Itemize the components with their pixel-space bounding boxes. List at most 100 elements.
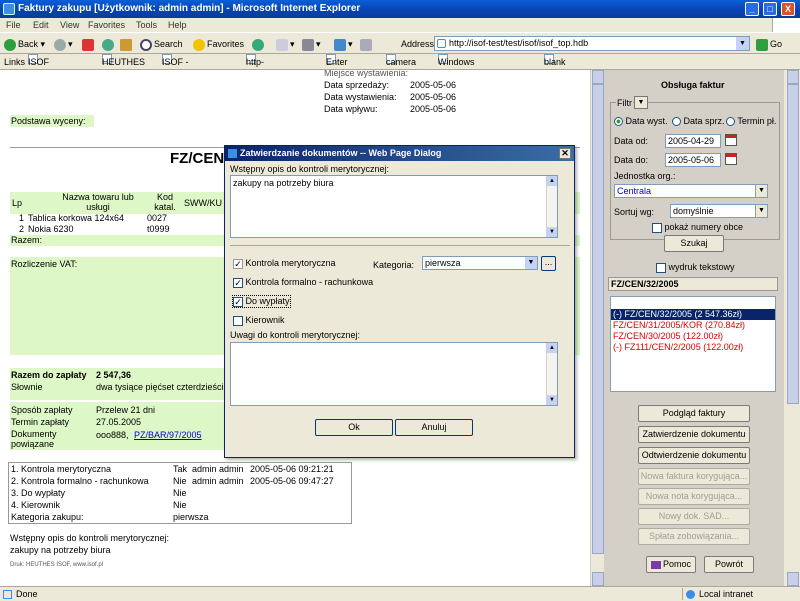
new-correction-note-button[interactable]: Nowa nota korygująca... xyxy=(638,488,750,505)
scroll-up-icon[interactable] xyxy=(592,70,604,84)
new-correction-invoice-button[interactable]: Nowa faktura korygująca... xyxy=(638,468,750,485)
dialog-cancel-button[interactable]: Anuluj xyxy=(395,419,473,436)
check-merit-control[interactable]: ✓ Kontrola merytoryczna xyxy=(233,258,336,269)
show-foreign-numbers-checkbox[interactable]: pokaż numery obce xyxy=(652,222,743,233)
dialog-notes-textarea[interactable]: ▲ ▼ xyxy=(230,342,558,406)
menu-view[interactable]: View xyxy=(60,18,79,32)
address-dropdown-icon[interactable]: ▼ xyxy=(736,37,749,50)
list-item[interactable]: (-) FZ111/CEN/2/2005 (122.00zł) xyxy=(611,342,775,353)
minimize-button[interactable]: _ xyxy=(745,2,759,16)
radio-payment-term[interactable]: Termin pł. xyxy=(726,116,776,127)
radio-icon xyxy=(726,117,735,127)
refresh-button[interactable] xyxy=(102,37,116,51)
menu-tools[interactable]: Tools xyxy=(136,18,157,32)
dialog-category-select[interactable]: pierwsza ▼ xyxy=(422,256,538,270)
scroll-thumb[interactable] xyxy=(592,84,604,554)
radio-sale-date[interactable]: Data sprz. xyxy=(672,116,725,127)
back-button[interactable]: Powrót xyxy=(704,556,754,573)
sale-date-value: 2005-05-06 xyxy=(410,80,457,90)
liability-payment-button[interactable]: Spłata zobowiązania... xyxy=(638,528,750,545)
date-to-input[interactable]: 2005-05-06 xyxy=(665,153,721,167)
approval-2-date: 2005-05-06 09:47:27 xyxy=(250,476,334,486)
approval-1-user: admin admin xyxy=(192,464,244,474)
forward-button[interactable]: ▾ xyxy=(54,37,73,51)
approve-document-button[interactable]: Zatwierdzenie dokumentu xyxy=(638,426,750,443)
payment-value: Przelew 21 dni xyxy=(96,405,156,415)
print-button[interactable]: ▾ xyxy=(302,37,321,51)
menu-file[interactable]: File xyxy=(6,18,21,32)
calendar-icon[interactable] xyxy=(725,153,737,165)
stop-button[interactable] xyxy=(82,37,96,51)
dialog-more-button[interactable]: ... xyxy=(541,256,556,271)
approval-3-name: 3. Do wypłaty xyxy=(11,488,66,498)
list-item[interactable]: FZ/CEN/30/2005 (122.00zł) xyxy=(611,331,775,342)
sidebar: Obsługa faktur Filtr ▼ Data wyst. Data s… xyxy=(604,70,784,588)
col-code: Kod katal. xyxy=(154,192,176,212)
org-unit-select[interactable]: Centrala ▼ xyxy=(614,184,768,198)
scroll-down-icon[interactable]: ▼ xyxy=(547,227,557,237)
dialog-description-label: Wstępny opis do kontroli merytorycznej: xyxy=(230,164,390,174)
status-bar: Done Local intranet xyxy=(0,586,800,600)
textarea-scrollbar[interactable]: ▲ ▼ xyxy=(546,343,557,405)
scroll-down-icon[interactable]: ▼ xyxy=(547,395,557,405)
dialog-ok-button[interactable]: Ok xyxy=(315,419,393,436)
approval-4-name: 4. Kierownik xyxy=(11,500,61,510)
page-icon xyxy=(437,39,446,48)
filter-dropdown-icon[interactable]: ▼ xyxy=(634,96,648,109)
dialog-close-icon[interactable]: ✕ xyxy=(559,148,571,159)
mail-button[interactable]: ▾ xyxy=(276,37,295,51)
list-item[interactable]: (-) FZ/CEN/32/2005 (2 547.36zł) xyxy=(611,309,775,320)
favorites-button[interactable]: Favorites xyxy=(193,37,244,51)
checkbox-icon: ✓ xyxy=(233,277,243,288)
issue-date-label: Data wystawienia: xyxy=(324,92,397,102)
calendar-icon[interactable] xyxy=(725,134,737,146)
new-sad-document-button[interactable]: Nowy dok. SAD... xyxy=(638,508,750,525)
maximize-button[interactable]: □ xyxy=(763,2,777,16)
date-from-input[interactable]: 2005-04-29 xyxy=(665,134,721,148)
scroll-down-icon[interactable] xyxy=(787,572,799,586)
discuss-button[interactable] xyxy=(360,37,374,51)
description-label: Wstępny opis do kontroli merytorycznej: xyxy=(10,533,170,543)
help-button[interactable]: Pomoc xyxy=(646,556,696,573)
scroll-up-icon[interactable]: ▲ xyxy=(547,343,557,353)
search-button[interactable]: Szukaj xyxy=(664,235,724,252)
edit-button[interactable]: ▾ xyxy=(334,37,353,51)
dialog-category-label: Kategoria: xyxy=(373,260,415,270)
search-button[interactable]: Search xyxy=(140,37,183,51)
home-button[interactable] xyxy=(120,37,134,51)
chevron-down-icon: ▼ xyxy=(755,185,767,197)
back-button[interactable]: Back ▾ xyxy=(4,37,45,51)
text-print-checkbox[interactable]: wydruk tekstowy xyxy=(656,262,735,273)
words-value: dwa tysiące pięćset czterdzieści sie xyxy=(96,382,238,392)
go-button[interactable]: Go xyxy=(756,37,782,51)
menu-help[interactable]: Help xyxy=(168,18,187,32)
sidebar-scrollbar[interactable] xyxy=(786,70,800,588)
dialog-icon xyxy=(228,149,237,159)
scroll-down-icon[interactable] xyxy=(592,572,604,586)
col-sww: SWW/KU xyxy=(184,198,222,208)
radio-issue-date[interactable]: Data wyst. xyxy=(614,116,668,127)
address-input[interactable]: http://isof-test/test/isof/isof_top.hdb … xyxy=(434,36,750,51)
invoice-number-heading: FZ/CEN xyxy=(170,150,225,167)
mail-icon xyxy=(276,38,288,51)
sort-select[interactable]: domyślnie ▼ xyxy=(670,204,768,218)
close-button[interactable]: X xyxy=(781,2,795,16)
history-button[interactable] xyxy=(252,37,266,51)
preview-invoice-button[interactable]: Podgląd faktury xyxy=(638,405,750,422)
scroll-thumb[interactable] xyxy=(787,84,799,404)
list-item[interactable]: FZ/CEN/31/2005/KOR (270.84zł) xyxy=(611,320,775,331)
menu-edit[interactable]: Edit xyxy=(33,18,49,32)
check-manager[interactable]: Kierownik xyxy=(233,315,285,326)
related-doc-link[interactable]: PZ/BAR/97/2005 xyxy=(134,430,202,440)
textarea-scrollbar[interactable]: ▲ ▼ xyxy=(546,176,557,237)
check-formal-control[interactable]: ✓ Kontrola formalno - rachunkowa xyxy=(233,277,373,288)
unapprove-document-button[interactable]: Odtwierdzenie dokumentu xyxy=(638,447,750,464)
check-payout[interactable]: ✓ Do wypłaty xyxy=(232,295,291,308)
scroll-up-icon[interactable]: ▲ xyxy=(547,176,557,186)
menu-favorites[interactable]: Favorites xyxy=(88,18,125,32)
star-icon xyxy=(193,38,205,51)
dialog-description-textarea[interactable]: zakupy na potrzeby biura ▲ ▼ xyxy=(230,175,558,238)
invoice-list[interactable]: (-) FZ/CEN/32/2005 (2 547.36zł) FZ/CEN/3… xyxy=(610,296,776,392)
scroll-up-icon[interactable] xyxy=(787,70,799,84)
page-scrollbar[interactable] xyxy=(590,70,604,588)
